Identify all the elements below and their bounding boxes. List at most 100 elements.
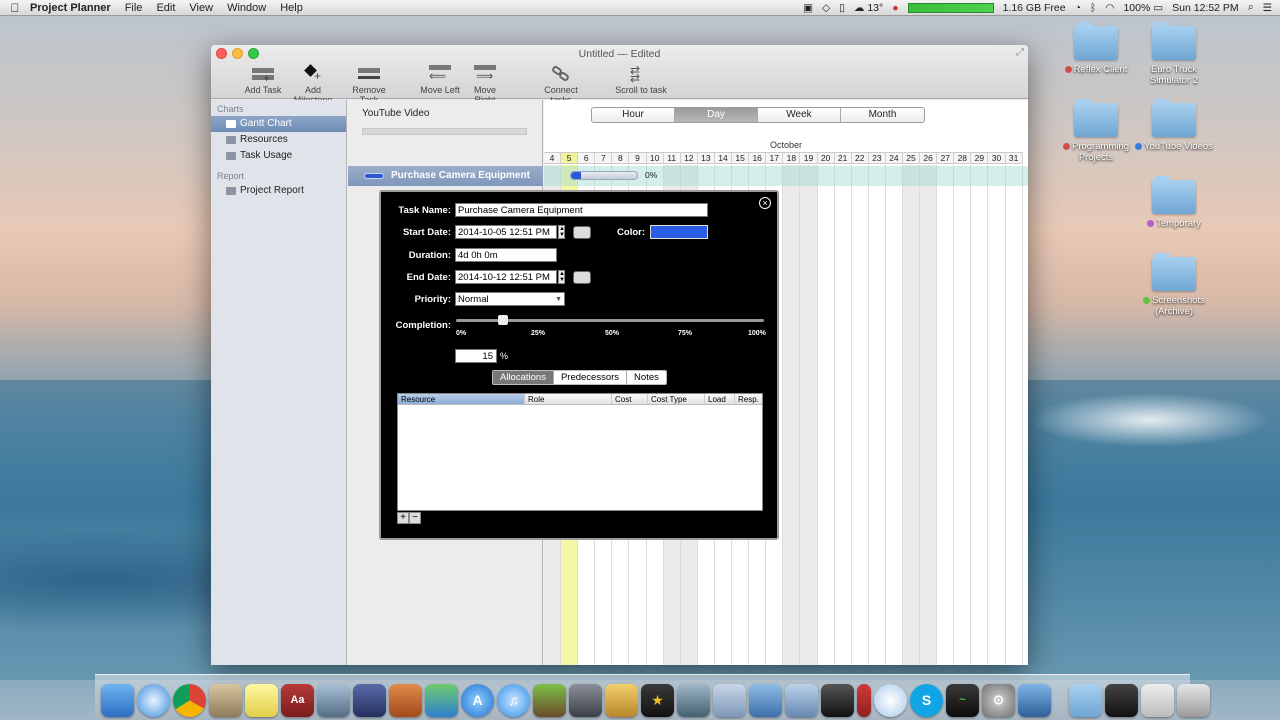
desktop-icon-temporary[interactable]: Temporary xyxy=(1134,176,1214,229)
menu-view[interactable]: View xyxy=(189,2,213,14)
menu-file[interactable]: File xyxy=(125,2,143,14)
camera-status-icon[interactable]: ▣ xyxy=(803,2,813,14)
allocations-table[interactable]: Resource Role Cost Cost Type Load Resp. xyxy=(397,393,763,511)
memory-status[interactable]: 1.16 GB Free xyxy=(1003,2,1066,14)
tab-allocations[interactable]: Allocations xyxy=(493,371,554,384)
task-name-field[interactable]: Purchase Camera Equipment xyxy=(455,203,708,217)
photo-tool-icon[interactable] xyxy=(605,684,638,717)
menu-window[interactable]: Window xyxy=(227,2,266,14)
apple-menu-icon[interactable]:  xyxy=(0,1,30,15)
skype-icon[interactable]: S xyxy=(910,684,943,717)
app-menu[interactable]: Project Planner xyxy=(30,2,111,14)
applications-folder-icon[interactable] xyxy=(1069,684,1102,717)
bluetooth-icon[interactable]: ᛒ xyxy=(1090,2,1096,14)
imovie-star-icon[interactable]: ★ xyxy=(641,684,674,717)
connect-tasks-button[interactable]: Connect tasks xyxy=(534,64,588,105)
scale-month-button[interactable]: Month xyxy=(841,108,924,122)
scale-week-button[interactable]: Week xyxy=(758,108,841,122)
image-capture-icon[interactable] xyxy=(677,684,710,717)
photo-booth-icon[interactable] xyxy=(821,684,854,717)
fullscreen-icon[interactable]: ⤢ xyxy=(1016,47,1024,58)
desktop-icon-youtube-videos[interactable]: YouTube Videos xyxy=(1134,99,1214,152)
start-date-stepper[interactable]: ▲ ▼ xyxy=(558,225,565,239)
scale-hour-button[interactable]: Hour xyxy=(592,108,675,122)
remove-allocation-button[interactable]: − xyxy=(409,512,421,524)
system-preferences-icon[interactable]: ⚙ xyxy=(982,684,1015,717)
phone-icon[interactable]: ▯ xyxy=(839,2,845,14)
presentation-icon[interactable] xyxy=(389,684,422,717)
task-row-selected[interactable]: Purchase Camera Equipment xyxy=(348,166,543,186)
sidebar-item-resources[interactable]: Resources xyxy=(211,132,346,148)
truck-game-icon[interactable] xyxy=(569,684,602,717)
desktop-icon-programming-projects[interactable]: Programming Projects xyxy=(1056,99,1136,163)
stickies-icon[interactable] xyxy=(245,684,278,717)
col-cost[interactable]: Cost xyxy=(612,394,648,404)
trash-icon[interactable] xyxy=(1177,684,1210,717)
remove-task-button[interactable]: Remove Task xyxy=(344,65,394,105)
col-role[interactable]: Role xyxy=(525,394,612,404)
notification-icon[interactable]: ☰ xyxy=(1263,2,1272,14)
finder-icon[interactable] xyxy=(101,684,134,717)
desktop-icon-euro-truck[interactable]: Euro Truck Simulator 2 xyxy=(1134,22,1214,86)
pen-app-icon[interactable] xyxy=(353,684,386,717)
priority-select[interactable]: Normal ▼ xyxy=(455,292,565,306)
chrome-icon[interactable] xyxy=(173,684,206,717)
mic-icon[interactable]: ● xyxy=(892,2,898,14)
sidebar-item-project-report[interactable]: Project Report xyxy=(211,183,346,199)
dropbox-icon[interactable]: ◇ xyxy=(822,2,830,14)
battery-status[interactable]: 100% ▭ xyxy=(1123,2,1163,14)
move-left-button[interactable]: ⟸ Move Left xyxy=(420,65,460,95)
numbers-icon[interactable] xyxy=(425,684,458,717)
col-resp[interactable]: Resp. xyxy=(735,394,762,404)
end-date-stepper[interactable]: ▲ ▼ xyxy=(558,270,565,284)
desktop-icon-screenshots[interactable]: Screenshots (Archive) xyxy=(1134,253,1214,317)
scale-day-button[interactable]: Day xyxy=(675,108,758,122)
messages-icon[interactable] xyxy=(874,684,907,717)
xcode-icon[interactable] xyxy=(749,684,782,717)
weather-widget[interactable]: ☁ 13° xyxy=(854,2,883,14)
task-bar[interactable] xyxy=(570,171,638,180)
tab-predecessors[interactable]: Predecessors xyxy=(553,371,628,384)
end-date-calendar-button[interactable] xyxy=(573,271,591,284)
quicktime-icon[interactable] xyxy=(713,684,746,717)
duration-field[interactable]: 4d 0h 0m xyxy=(455,248,557,262)
time-machine-icon[interactable]: ◔ xyxy=(1075,2,1081,14)
end-date-field[interactable]: 2014-10-12 12:51 PM xyxy=(455,270,557,284)
col-cost-type[interactable]: Cost Type xyxy=(648,394,705,404)
itunes-icon[interactable]: ♫ xyxy=(497,684,530,717)
col-load[interactable]: Load xyxy=(705,394,735,404)
downloads-stack-icon[interactable] xyxy=(1105,684,1138,717)
close-popover-button[interactable]: × xyxy=(759,197,771,209)
completion-field[interactable]: 15 xyxy=(455,349,497,363)
color-well[interactable] xyxy=(650,225,708,239)
col-resource[interactable]: Resource xyxy=(398,394,525,404)
mail-icon[interactable] xyxy=(209,684,242,717)
sidebar-item-gantt-chart[interactable]: Gantt Chart xyxy=(211,116,346,132)
menu-help[interactable]: Help xyxy=(280,2,303,14)
spotlight-icon[interactable]: ⌕ xyxy=(1248,1,1254,14)
red-app-icon[interactable] xyxy=(857,684,871,717)
desktop-icon-reflex-client[interactable]: Reflex Client xyxy=(1056,22,1136,75)
scroll-to-task-button[interactable]: ⇄ ⇄ Scroll to task xyxy=(614,64,668,95)
instruments-icon[interactable] xyxy=(785,684,818,717)
add-task-button[interactable]: + Add Task xyxy=(242,65,284,95)
tab-notes[interactable]: Notes xyxy=(627,371,666,384)
minecraft-icon[interactable] xyxy=(533,684,566,717)
start-date-field[interactable]: 2014-10-05 12:51 PM xyxy=(455,225,557,239)
screen-app-icon[interactable] xyxy=(1018,684,1051,717)
activity-monitor-icon[interactable]: ~ xyxy=(946,684,979,717)
safari-icon[interactable] xyxy=(137,684,170,717)
app-store-icon[interactable]: A xyxy=(461,684,494,717)
wifi-icon[interactable]: ◠ xyxy=(1105,2,1114,14)
completion-slider-knob[interactable] xyxy=(498,315,508,325)
menu-edit[interactable]: Edit xyxy=(156,2,175,14)
clock[interactable]: Sun 12:52 PM xyxy=(1172,2,1239,14)
add-milestone-button[interactable]: + Add Milestone xyxy=(285,64,341,105)
cpu-meter[interactable] xyxy=(907,2,994,13)
preview-icon[interactable] xyxy=(317,684,350,717)
dictionary-icon[interactable]: Aa xyxy=(281,684,314,717)
sidebar-item-task-usage[interactable]: Task Usage xyxy=(211,148,346,164)
move-right-button[interactable]: ⟹ Move Right xyxy=(463,65,507,105)
project-title[interactable]: YouTube Video xyxy=(362,108,429,119)
add-allocation-button[interactable]: + xyxy=(397,512,409,524)
